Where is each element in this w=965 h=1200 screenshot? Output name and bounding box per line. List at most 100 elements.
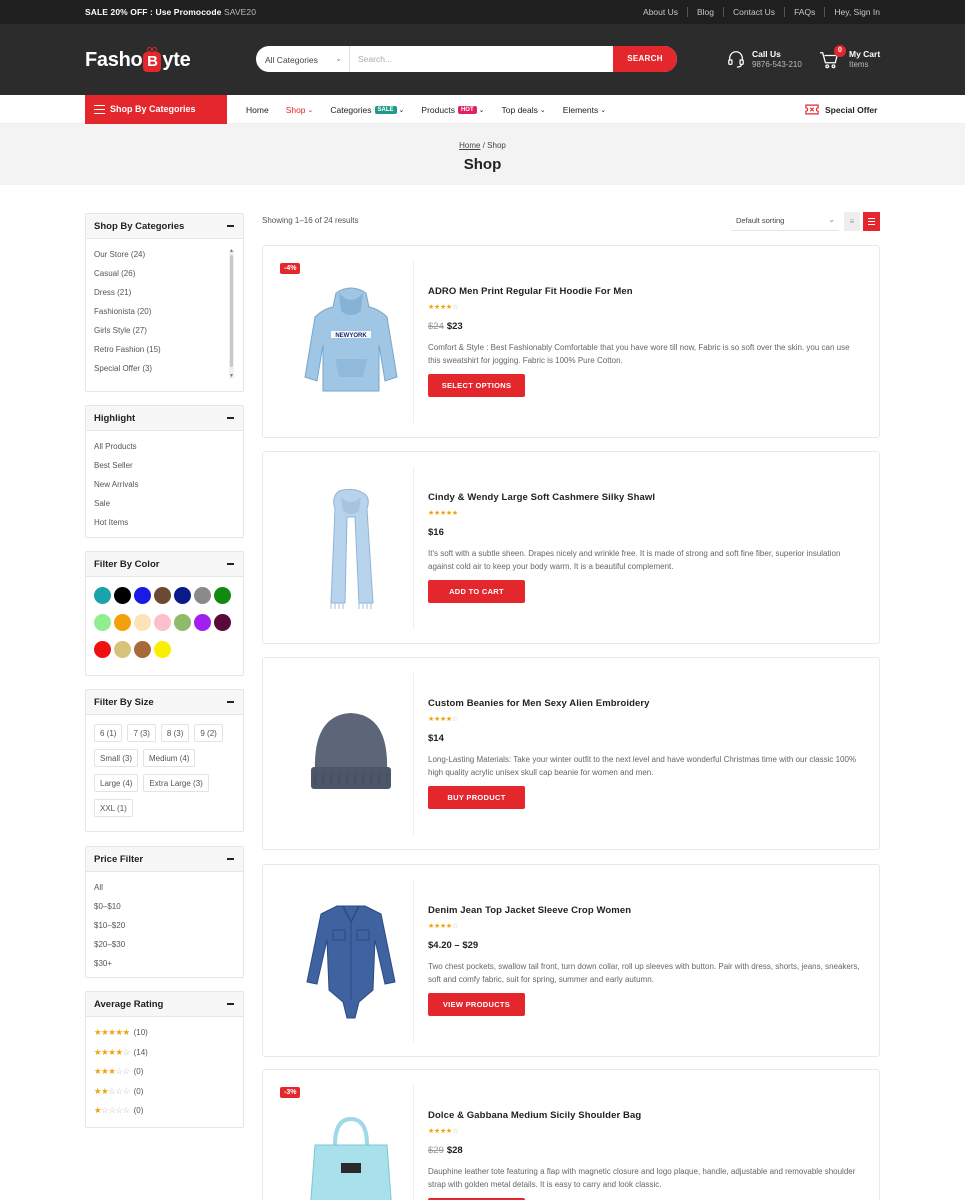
color-swatch[interactable] (94, 614, 111, 631)
beanie-image[interactable] (301, 693, 401, 817)
cart-block[interactable]: 0 My Cart Items (819, 45, 889, 72)
price-range-item[interactable]: $10–$20 (94, 916, 235, 935)
widget-price-header[interactable]: Price Filter (86, 847, 243, 872)
category-item[interactable]: Watch (24) (94, 378, 235, 380)
category-item[interactable]: Dress (21) (94, 283, 235, 302)
collapse-icon[interactable] (227, 417, 234, 419)
collapse-icon[interactable] (227, 563, 234, 565)
category-item[interactable]: Fashionista (20) (94, 302, 235, 321)
color-swatch[interactable] (154, 641, 171, 658)
size-option[interactable]: 7 (3) (127, 724, 156, 742)
category-item[interactable]: Girls Style (27) (94, 321, 235, 340)
color-swatch[interactable] (114, 641, 131, 658)
shawl-image[interactable] (301, 487, 401, 611)
rating-filter-item[interactable]: ★★☆☆☆ (0) (94, 1082, 235, 1102)
site-logo[interactable]: Fasho Byte (85, 45, 191, 75)
size-option[interactable]: 6 (1) (94, 724, 123, 742)
search-button[interactable]: SEARCH (613, 46, 677, 72)
product-title[interactable]: Dolce & Gabbana Medium Sicily Shoulder B… (428, 1110, 641, 1121)
category-scrollbar[interactable]: ▲ ▼ (229, 249, 234, 379)
call-us-block[interactable]: Call Us 9876-543-210 (727, 48, 817, 72)
contact-us-link[interactable]: Contact Us (723, 7, 784, 17)
color-swatch[interactable] (174, 614, 191, 631)
scroll-down-icon[interactable]: ▼ (229, 374, 234, 379)
breadcrumb-home-link[interactable]: Home (459, 141, 480, 150)
color-swatch[interactable] (134, 641, 151, 658)
sign-in-link[interactable]: Hey, Sign In (824, 7, 880, 17)
search-category-select[interactable]: All Categories ⌄ (256, 46, 350, 72)
grid-view-button[interactable]: ≡ (844, 212, 860, 231)
category-item[interactable]: Retro Fashion (15) (94, 340, 235, 359)
product-cta-button[interactable]: ADD TO CART (428, 580, 525, 603)
highlight-item[interactable]: All Products (94, 437, 235, 456)
rating-filter-item[interactable]: ★★★★★ (10) (94, 1023, 235, 1043)
color-swatch[interactable] (174, 587, 191, 604)
color-swatch[interactable] (114, 587, 131, 604)
sort-select[interactable]: Default sorting ⌄ (731, 212, 839, 231)
price-range-item[interactable]: All (94, 878, 235, 897)
nav-item-top-deals[interactable]: Top deals ⌄ (502, 105, 546, 115)
nav-item-categories[interactable]: Categories SALE ⌄ (330, 105, 404, 115)
color-swatch[interactable] (134, 587, 151, 604)
bag-image[interactable] (301, 1105, 401, 1200)
product-title[interactable]: Cindy & Wendy Large Soft Cashmere Silky … (428, 492, 655, 503)
collapse-icon[interactable] (227, 858, 234, 860)
price-range-item[interactable]: $30+ (94, 954, 235, 973)
size-option[interactable]: 8 (3) (160, 724, 190, 742)
scrollbar-thumb[interactable] (230, 255, 233, 367)
nav-item-shop[interactable]: Shop ⌄ (286, 105, 314, 115)
rating-filter-item[interactable]: ★★★☆☆ (0) (94, 1062, 235, 1082)
category-item[interactable]: Our Store (24) (94, 245, 235, 264)
color-swatch[interactable] (154, 587, 171, 604)
shop-by-categories-button[interactable]: Shop By Categories (85, 95, 227, 124)
product-cta-button[interactable]: VIEW PRODUCTS (428, 993, 525, 1016)
widget-categories-header[interactable]: Shop By Categories (86, 214, 243, 239)
product-cta-button[interactable]: BUY PRODUCT (428, 786, 525, 809)
size-option[interactable]: Medium (4) (143, 749, 196, 767)
product-title[interactable]: Denim Jean Top Jacket Sleeve Crop Women (428, 905, 631, 916)
scroll-up-icon[interactable]: ▲ (229, 249, 234, 254)
color-swatch[interactable] (154, 614, 171, 631)
nav-item-products[interactable]: Products HOT ⌄ (421, 105, 484, 115)
product-title[interactable]: Custom Beanies for Men Sexy Alien Embroi… (428, 698, 650, 709)
highlight-item[interactable]: Hot Items (94, 513, 235, 532)
size-option[interactable]: XXL (1) (94, 799, 133, 817)
product-cta-button[interactable]: SELECT OPTIONS (428, 374, 525, 397)
collapse-icon[interactable] (227, 1003, 234, 1005)
widget-color-header[interactable]: Filter By Color (86, 552, 243, 577)
widget-size-header[interactable]: Filter By Size (86, 690, 243, 715)
product-title[interactable]: ADRO Men Print Regular Fit Hoodie For Me… (428, 286, 633, 297)
widget-highlight-header[interactable]: Highlight (86, 406, 243, 431)
size-option[interactable]: Extra Large (3) (143, 774, 209, 792)
nav-item-home[interactable]: Home (246, 105, 269, 115)
search-input[interactable] (350, 46, 613, 72)
denim-jacket-image[interactable] (301, 900, 401, 1024)
color-swatch[interactable] (214, 587, 231, 604)
color-swatch[interactable] (94, 641, 111, 658)
special-offer-link[interactable]: Special Offer (805, 104, 877, 115)
size-option[interactable]: Small (3) (94, 749, 139, 767)
collapse-icon[interactable] (227, 701, 234, 703)
list-view-button[interactable] (863, 212, 880, 231)
color-swatch[interactable] (194, 587, 211, 604)
faqs-link[interactable]: FAQs (784, 7, 824, 17)
category-item[interactable]: Casual (26) (94, 264, 235, 283)
highlight-item[interactable]: Sale (94, 494, 235, 513)
color-swatch[interactable] (194, 614, 211, 631)
about-us-link[interactable]: About Us (634, 7, 687, 17)
collapse-icon[interactable] (227, 225, 234, 227)
color-swatch[interactable] (94, 587, 111, 604)
price-range-item[interactable]: $20–$30 (94, 935, 235, 954)
color-swatch[interactable] (214, 614, 231, 631)
price-range-item[interactable]: $0–$10 (94, 897, 235, 916)
blog-link[interactable]: Blog (687, 7, 723, 17)
nav-item-elements[interactable]: Elements ⌄ (563, 105, 606, 115)
color-swatch[interactable] (134, 614, 151, 631)
rating-filter-item[interactable]: ★☆☆☆☆ (0) (94, 1101, 235, 1121)
size-option[interactable]: 9 (2) (194, 724, 223, 742)
rating-filter-item[interactable]: ★★★★☆ (14) (94, 1043, 235, 1063)
widget-rating-header[interactable]: Average Rating (86, 992, 243, 1017)
highlight-item[interactable]: Best Seller (94, 456, 235, 475)
color-swatch[interactable] (114, 614, 131, 631)
category-item[interactable]: Special Offer (3) (94, 359, 235, 378)
